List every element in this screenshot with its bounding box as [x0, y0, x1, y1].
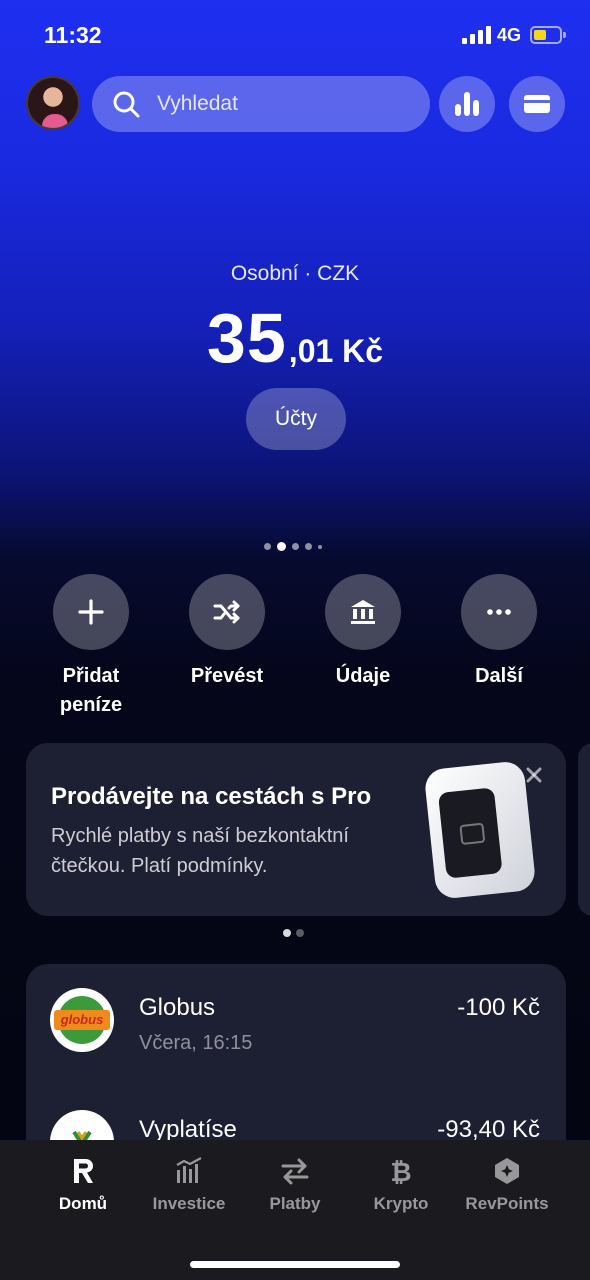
- bar-chart-icon: [455, 92, 479, 116]
- svg-text:₿: ₿: [390, 1158, 411, 1186]
- close-icon[interactable]: [524, 765, 544, 785]
- transfer-arrows-icon: [281, 1158, 309, 1185]
- add-money-label: Přidat peníze: [59, 665, 123, 716]
- tab-payments[interactable]: Platby: [236, 1156, 354, 1214]
- carousel-dot: [292, 543, 299, 550]
- card-icon: [524, 95, 550, 113]
- bank-icon: [351, 600, 375, 624]
- account-summary[interactable]: Osobní · CZK 35 ,01 Kč: [0, 262, 590, 378]
- analytics-button[interactable]: [439, 76, 495, 132]
- tab-home-label: Domů: [58, 1194, 108, 1213]
- status-bar: 11:32 4G: [0, 0, 590, 70]
- tab-investments-label: Investice: [152, 1194, 226, 1213]
- tab-crypto[interactable]: ₿ Krypto: [342, 1156, 460, 1214]
- merchant-logo: globus: [50, 988, 114, 1052]
- tab-payments-label: Platby: [269, 1194, 321, 1213]
- promo-title: Prodávejte na cestách s Pro: [51, 783, 372, 810]
- revpoints-icon: [495, 1158, 519, 1184]
- cards-button[interactable]: [509, 76, 565, 132]
- add-money-button[interactable]: Přidat peníze: [26, 574, 156, 720]
- search-input[interactable]: Vyhledat: [92, 76, 430, 132]
- transaction-amount: -100 Kč: [457, 994, 540, 1021]
- search-icon: [113, 91, 140, 118]
- home-indicator[interactable]: [190, 1261, 400, 1268]
- account-label: Osobní · CZK: [230, 262, 360, 285]
- carousel-dot: [264, 543, 271, 550]
- tab-revpoints[interactable]: RevPoints: [448, 1156, 566, 1214]
- balance: 35 ,01 Kč: [0, 298, 590, 378]
- next-promo-card[interactable]: [578, 743, 590, 916]
- account-carousel-dots: [264, 542, 322, 551]
- carousel-dot-active: [277, 542, 286, 551]
- chart-icon: [176, 1157, 202, 1183]
- details-button[interactable]: Údaje: [298, 574, 428, 691]
- bottom-tab-bar: Domů Investice Platby ₿ Krypto RevPoints: [0, 1140, 590, 1280]
- carousel-dot: [318, 544, 322, 549]
- revolut-r-icon: [74, 1159, 93, 1183]
- transfer-button[interactable]: Převést: [162, 574, 292, 691]
- tab-revpoints-label: RevPoints: [465, 1194, 549, 1213]
- tab-investments[interactable]: Investice: [130, 1156, 248, 1214]
- promo-description: Rychlé platby s naší bezkontaktní čtečko…: [51, 825, 349, 877]
- tab-crypto-label: Krypto: [373, 1194, 429, 1213]
- transaction-time: Včera, 16:15: [139, 1032, 253, 1054]
- more-label: Další: [475, 665, 523, 687]
- signal-icon: [462, 26, 492, 44]
- transaction-name: Globus: [139, 994, 216, 1021]
- transactions-card: globus Globus Včera, 16:15 -100 Kč Vypla…: [26, 964, 566, 1164]
- details-label: Údaje: [335, 665, 391, 687]
- battery-icon: [530, 26, 566, 44]
- balance-integer: 35: [206, 299, 287, 377]
- plus-icon: [78, 599, 104, 625]
- promo-card[interactable]: Prodávejte na cestách s Pro Rychlé platb…: [26, 743, 566, 916]
- search-placeholder: Vyhledat: [157, 92, 238, 115]
- pager-dot-active: [283, 929, 291, 937]
- transaction-row[interactable]: globus Globus Včera, 16:15 -100 Kč: [26, 964, 566, 1064]
- card-reader-image: [423, 760, 537, 900]
- more-icon: [487, 609, 511, 615]
- shuffle-icon: [213, 600, 240, 624]
- clock: 11:32: [44, 22, 102, 48]
- accounts-button[interactable]: Účty: [246, 388, 346, 450]
- more-button[interactable]: Další: [434, 574, 564, 691]
- balance-decimal: ,01 Kč: [288, 333, 384, 369]
- pager-dot: [296, 929, 304, 937]
- avatar[interactable]: [26, 76, 80, 130]
- transfer-label: Převést: [190, 665, 264, 687]
- network-type: 4G: [497, 25, 522, 45]
- tab-home[interactable]: Domů: [24, 1156, 142, 1214]
- carousel-dot: [305, 543, 312, 550]
- quick-actions: Přidat peníze Převést Údaje Další: [0, 574, 590, 724]
- merchant-logo-text: globus: [54, 1010, 110, 1030]
- top-bar: Vyhledat: [0, 76, 590, 132]
- promo-pager: [283, 929, 304, 937]
- bitcoin-icon: ₿: [390, 1158, 411, 1186]
